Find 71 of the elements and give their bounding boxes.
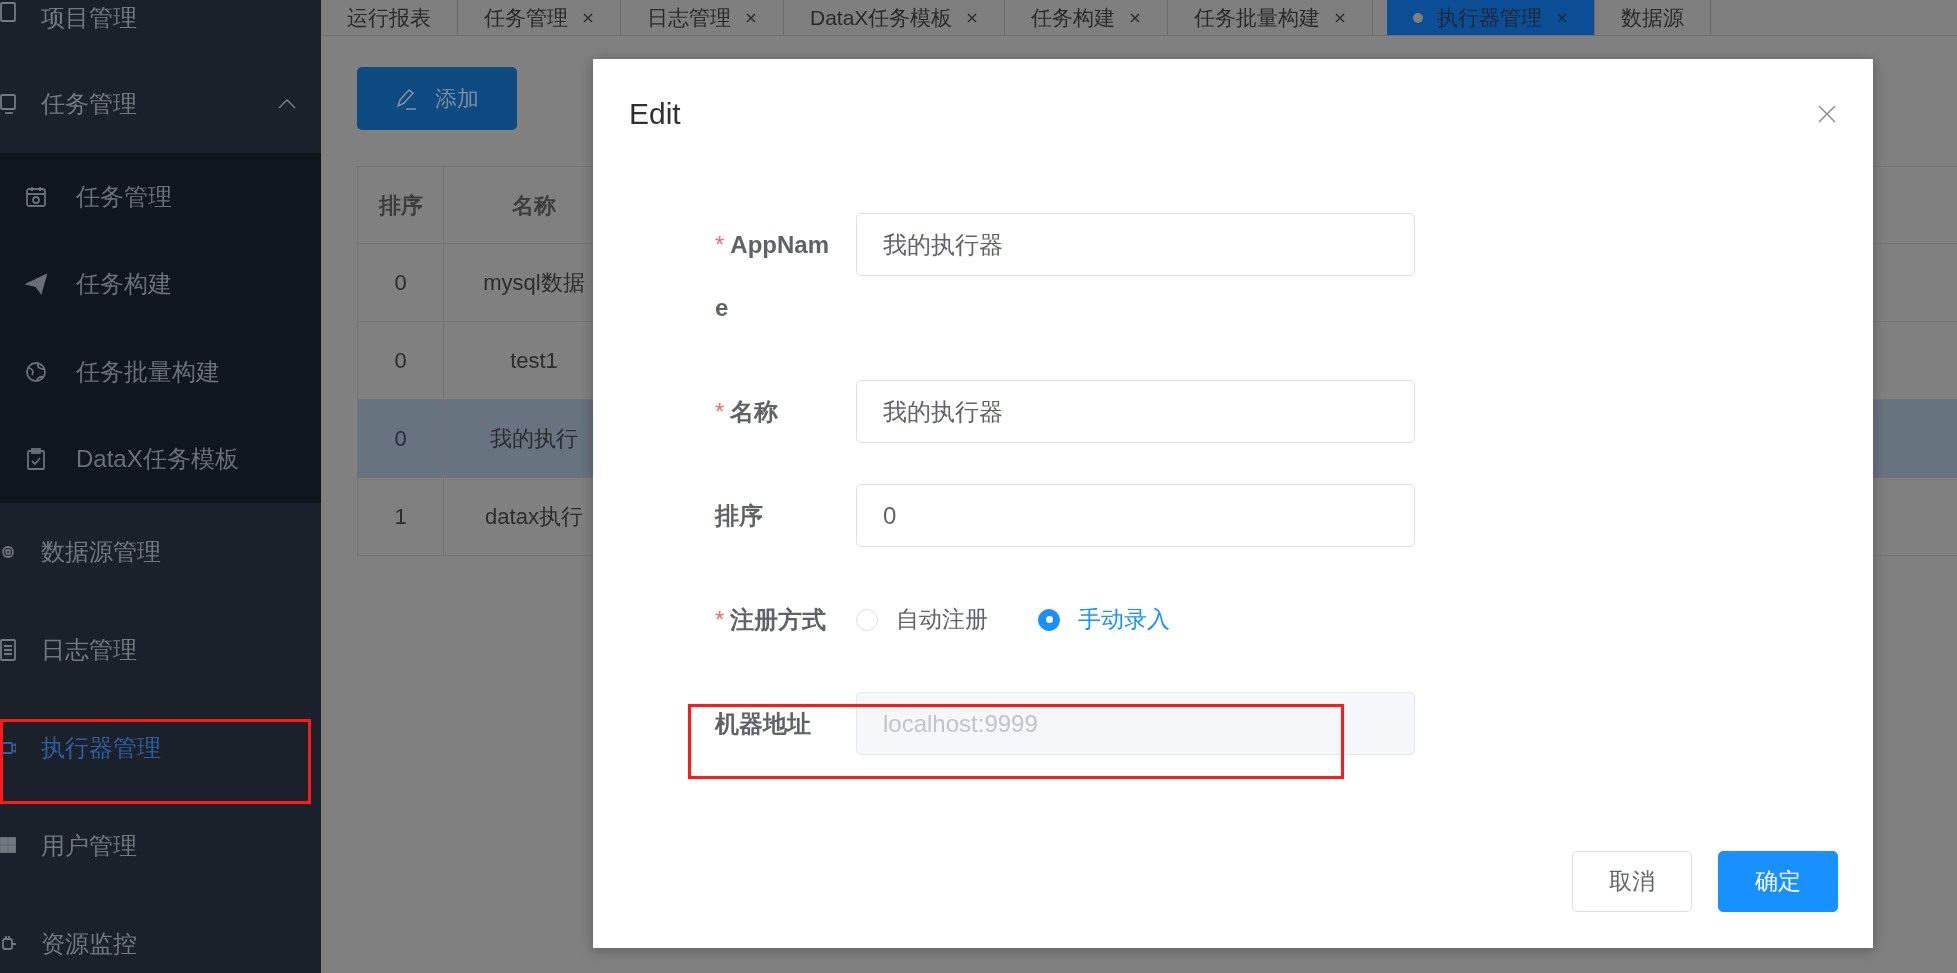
menu-label: 资源监控 bbox=[41, 929, 137, 959]
sidebar-item[interactable]: 用户管理 bbox=[0, 797, 321, 895]
tab[interactable]: 运行报表 bbox=[321, 0, 458, 35]
table-cell: 0 bbox=[357, 321, 444, 400]
globe-icon bbox=[25, 359, 47, 384]
tab-label: DataX任务模板 bbox=[810, 4, 953, 31]
sidebar-item[interactable]: 数据源管理 bbox=[0, 503, 321, 601]
pencil-icon bbox=[395, 86, 417, 111]
tab-label: 执行器管理 bbox=[1437, 4, 1543, 31]
tab[interactable]: 任务批量构建 bbox=[1168, 0, 1374, 35]
field-label: * 注册方式 bbox=[715, 605, 828, 635]
tab-label: 任务管理 bbox=[484, 4, 568, 31]
tab[interactable]: 任务管理 bbox=[458, 0, 621, 35]
input-field[interactable]: 我的执行器 bbox=[856, 213, 1415, 276]
submenu-item[interactable]: DataX任务模板 bbox=[0, 415, 321, 503]
menu-label: 执行器管理 bbox=[41, 733, 161, 763]
tab-label: 运行报表 bbox=[347, 4, 431, 31]
tab-label: 任务构建 bbox=[1031, 4, 1116, 31]
tab[interactable]: DataX任务模板 bbox=[784, 0, 1006, 35]
add-button[interactable]: 添加 bbox=[357, 67, 517, 130]
tab[interactable]: 日志管理 bbox=[621, 0, 784, 35]
input-field[interactable]: 我的执行器 bbox=[856, 380, 1415, 443]
radio-option[interactable]: 自动注册 bbox=[856, 602, 988, 637]
tab[interactable]: 数据源 bbox=[1595, 0, 1712, 35]
close-icon[interactable] bbox=[582, 11, 594, 24]
sidebar-item[interactable]: 日志管理 bbox=[0, 601, 321, 699]
table-cell: 0 bbox=[357, 399, 444, 478]
chevron-icon bbox=[278, 98, 296, 110]
table-cell: 0 bbox=[357, 243, 444, 322]
menu-label: DataX任务模板 bbox=[76, 444, 239, 475]
menu-label: 任务管理 bbox=[76, 181, 172, 212]
clipboard-icon bbox=[25, 447, 47, 472]
column-header: 排序 bbox=[357, 166, 444, 244]
menu-label: 项目管理 bbox=[41, 3, 137, 33]
table-cell: 1 bbox=[357, 477, 444, 556]
dialog-title: Edit bbox=[629, 96, 681, 132]
calendar-icon bbox=[25, 184, 47, 209]
close-icon[interactable] bbox=[1129, 11, 1142, 24]
confirm-button[interactable]: 确定 bbox=[1718, 851, 1838, 912]
field-label: 排序 bbox=[715, 501, 764, 531]
document-icon bbox=[0, 0, 16, 24]
tab[interactable]: 任务构建 bbox=[1005, 0, 1169, 35]
close-icon[interactable] bbox=[1334, 11, 1347, 24]
submenu-item[interactable]: 任务构建 bbox=[0, 240, 321, 328]
field-label: 机器地址 bbox=[715, 709, 812, 739]
close-icon[interactable] bbox=[966, 11, 979, 24]
sidebar-item[interactable]: 执行器管理 bbox=[0, 699, 321, 797]
submenu-item[interactable]: 任务批量构建 bbox=[0, 328, 321, 416]
sidebar-item[interactable]: 资源监控 bbox=[0, 895, 321, 973]
monitor-icon bbox=[0, 92, 16, 116]
tab-label: 数据源 bbox=[1621, 4, 1685, 31]
menu-label: 数据源管理 bbox=[41, 537, 161, 567]
menu-label: 任务构建 bbox=[76, 269, 172, 300]
paper-plane-icon bbox=[25, 272, 47, 297]
document-icon bbox=[0, 638, 16, 662]
radio-option[interactable]: 手动录入 bbox=[1038, 602, 1170, 637]
menu-label: 任务批量构建 bbox=[76, 356, 220, 387]
submenu-item[interactable]: 任务管理 bbox=[0, 153, 321, 241]
sidebar-item[interactable]: 项目管理 bbox=[0, 0, 321, 55]
field-label: * 名称 bbox=[715, 397, 780, 427]
menu-label: 用户管理 bbox=[41, 831, 137, 861]
active-dot bbox=[1413, 12, 1424, 23]
close-icon[interactable] bbox=[745, 11, 757, 24]
tab-label: 任务批量构建 bbox=[1194, 4, 1321, 31]
field-label: * AppName bbox=[715, 230, 830, 323]
sidebar-item[interactable]: 任务管理 bbox=[0, 55, 321, 153]
cancel-button[interactable]: 取消 bbox=[1572, 851, 1692, 912]
menu-label: 日志管理 bbox=[41, 635, 137, 665]
menu-label: 任务管理 bbox=[41, 89, 137, 119]
input-field[interactable]: 0 bbox=[856, 484, 1415, 547]
tab-label: 日志管理 bbox=[647, 4, 731, 31]
